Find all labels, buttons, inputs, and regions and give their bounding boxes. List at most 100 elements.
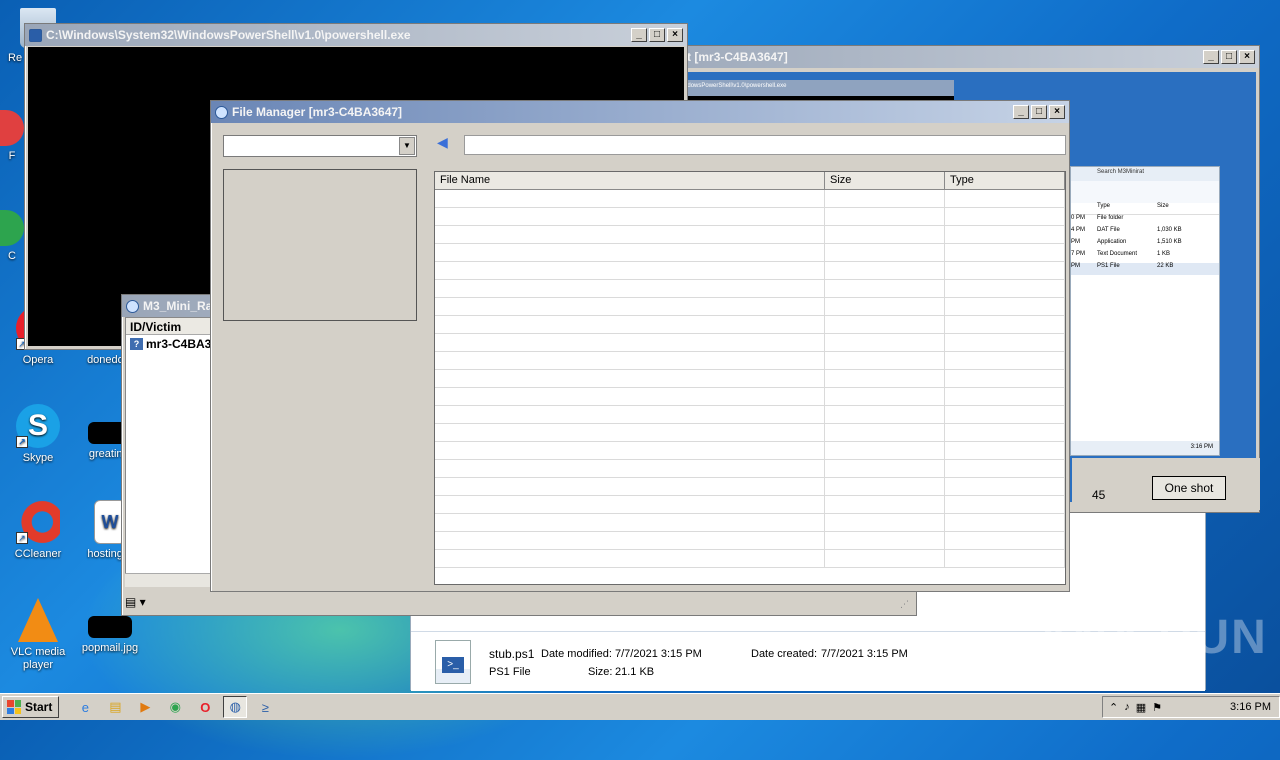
start-button[interactable]: Start: [2, 696, 60, 718]
created-value: 7/7/2021 3:15 PM: [821, 648, 908, 660]
file-name: stub.ps1: [489, 647, 535, 661]
resize-grip-icon[interactable]: ⋰: [900, 599, 912, 611]
minimize-button[interactable]: _: [1203, 50, 1219, 64]
table-row[interactable]: [435, 334, 1065, 352]
desktop-icon-skype[interactable]: S ↗ Skype: [0, 404, 76, 465]
flag-icon[interactable]: ⚑: [1152, 701, 1162, 714]
file-manager-titlebar[interactable]: File Manager [mr3-C4BA3647] _ □ ×: [211, 101, 1069, 123]
column-size[interactable]: Size: [825, 172, 945, 189]
table-cell: [945, 244, 1065, 261]
preview-cell-time: 0 PM: [1071, 215, 1086, 221]
opera-icon[interactable]: O: [193, 696, 217, 718]
table-cell: [435, 352, 825, 369]
maximize-button[interactable]: □: [1221, 50, 1237, 64]
powershell-titlebar[interactable]: C:\Windows\System32\WindowsPowerShell\v1…: [25, 24, 687, 46]
volume-icon[interactable]: ♪: [1124, 701, 1130, 713]
size-value: 21.1 KB: [615, 666, 655, 678]
table-row[interactable]: [435, 298, 1065, 316]
one-shot-button[interactable]: One shot: [1152, 476, 1226, 500]
table-cell: [945, 298, 1065, 315]
close-button[interactable]: ×: [1239, 50, 1255, 64]
column-type[interactable]: Type: [945, 172, 1065, 189]
table-cell: [825, 370, 945, 387]
vlc-icon: [18, 598, 58, 642]
file-list[interactable]: File Name Size Type: [434, 171, 1066, 585]
windows-logo-icon: [7, 700, 21, 714]
preview-row: 7 PM Text Document 1 KB: [1071, 251, 1219, 263]
table-row[interactable]: [435, 208, 1065, 226]
table-row[interactable]: [435, 244, 1065, 262]
table-row[interactable]: [435, 280, 1065, 298]
preview-row: 4 PM DAT File 1,030 KB: [1071, 227, 1219, 239]
table-row[interactable]: [435, 388, 1065, 406]
table-row[interactable]: [435, 316, 1065, 334]
chevron-down-icon[interactable]: ▼: [399, 137, 415, 155]
table-row[interactable]: [435, 514, 1065, 532]
modified-label: Date modified:: [541, 648, 612, 660]
close-button[interactable]: ×: [667, 28, 683, 42]
preview-clock: 3:16 PM: [1071, 441, 1219, 455]
table-row[interactable]: [435, 226, 1065, 244]
column-file-name[interactable]: File Name: [435, 172, 825, 189]
menu-dropdown-icon[interactable]: ▤ ▾: [125, 595, 165, 613]
preview-cell-size: [1157, 215, 1197, 227]
table-row[interactable]: [435, 496, 1065, 514]
desktop-icon-partial-2[interactable]: C: [0, 210, 24, 263]
media-player-icon[interactable]: ▶: [133, 696, 157, 718]
powershell-icon[interactable]: ≥: [253, 696, 277, 718]
table-cell: [435, 262, 825, 279]
back-arrow-icon[interactable]: ◀: [437, 134, 448, 151]
table-row[interactable]: [435, 478, 1065, 496]
close-button[interactable]: ×: [1049, 105, 1065, 119]
table-row[interactable]: [435, 460, 1065, 478]
table-cell: [825, 316, 945, 333]
image-icon: [88, 616, 132, 638]
desktop-icon-label: CCleaner: [14, 548, 62, 560]
desktop-icon-label: F: [8, 150, 16, 162]
table-row[interactable]: [435, 370, 1065, 388]
table-cell: [945, 442, 1065, 459]
table-row[interactable]: [435, 550, 1065, 568]
table-cell: [825, 334, 945, 351]
chevron-up-icon[interactable]: ⌃: [1109, 701, 1118, 714]
table-cell: [825, 262, 945, 279]
desktop-icon-partial[interactable]: F: [0, 110, 24, 163]
preview-cell-size: 22 KB: [1157, 263, 1174, 269]
screenshot-titlebar[interactable]: Screen Shot [mr3-C4BA3647] _ □ ×: [600, 46, 1259, 68]
network-icon[interactable]: ▦: [1136, 701, 1146, 714]
table-cell: [825, 298, 945, 315]
minimize-button[interactable]: _: [631, 28, 647, 42]
folder-tree[interactable]: [223, 169, 417, 321]
minimize-button[interactable]: _: [1013, 105, 1029, 119]
table-cell: [945, 262, 1065, 279]
screenshot-controls: 45 One shot: [1072, 458, 1260, 510]
table-row[interactable]: [435, 532, 1065, 550]
clock[interactable]: 3:16 PM: [1230, 701, 1271, 713]
preview-cell-type: PS1 File: [1097, 263, 1120, 269]
table-row[interactable]: [435, 406, 1065, 424]
table-cell: [945, 514, 1065, 531]
path-input[interactable]: [464, 135, 1066, 155]
maximize-button[interactable]: □: [649, 28, 665, 42]
preview-cell-time: PM: [1071, 263, 1080, 269]
table-cell: [435, 208, 825, 225]
chrome-icon[interactable]: ◉: [163, 696, 187, 718]
file-manager-window[interactable]: File Manager [mr3-C4BA3647] _ □ × ▼ ◀ Fi…: [210, 100, 1070, 592]
rat-app-icon[interactable]: ◍: [223, 696, 248, 718]
table-cell: [435, 334, 825, 351]
table-cell: [825, 190, 945, 207]
desktop-icon-vlc[interactable]: VLC media player: [0, 598, 76, 672]
table-row[interactable]: [435, 352, 1065, 370]
table-row[interactable]: [435, 190, 1065, 208]
internet-explorer-icon[interactable]: e: [73, 696, 97, 718]
file-list-header: File Name Size Type: [435, 172, 1065, 190]
desktop-icon-label: popmail.jpg: [81, 642, 139, 654]
maximize-button[interactable]: □: [1031, 105, 1047, 119]
preview-searchbar: Search M3Minirat: [1071, 167, 1219, 181]
table-row[interactable]: [435, 442, 1065, 460]
drive-select[interactable]: ▼: [223, 135, 417, 157]
desktop-icon-ccleaner[interactable]: ↗ CCleaner: [0, 500, 76, 561]
folder-icon[interactable]: ▤: [103, 696, 127, 718]
table-row[interactable]: [435, 262, 1065, 280]
table-row[interactable]: [435, 424, 1065, 442]
